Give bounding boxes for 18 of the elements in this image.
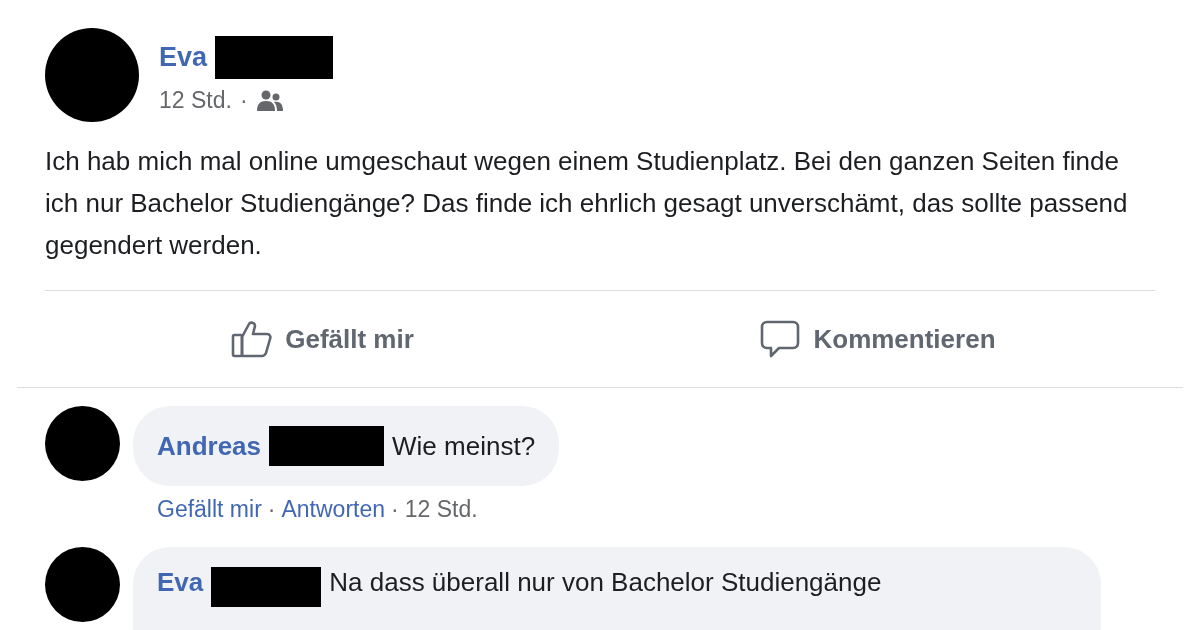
like-link[interactable]: Gefällt mir — [157, 496, 262, 523]
separator-dot: · — [239, 87, 248, 114]
comment-time: 12 Std. — [404, 496, 478, 523]
post-text: Ich hab mich mal online umgeschaut wegen einem Studienplatz. Bei den ganzen Seiten finde ich nur Bachelor Studiengänge? Das finde ich ehrlich gesagt unverschämt, das sollte passend gegendert werden. — [45, 145, 1129, 262]
separator-dot: · — [391, 496, 399, 523]
comment-text: Na dass überall nur von Bachelor Studiengänge — [329, 567, 882, 598]
commenter-name[interactable]: Eva — [157, 567, 204, 598]
comment-text: Wie meinst? — [392, 430, 536, 462]
people-icon — [255, 89, 284, 112]
comment-button[interactable]: Kommentieren — [600, 313, 1155, 365]
thumbs-up-icon — [231, 320, 274, 358]
speech-bubble-icon — [759, 319, 802, 359]
post-time: 12 Std. — [159, 87, 232, 114]
separator-dot: · — [267, 496, 276, 523]
reply-link[interactable]: Antworten — [281, 496, 386, 523]
author-name[interactable]: Eva — [159, 42, 208, 73]
commenter-name[interactable]: Andreas — [157, 430, 262, 462]
like-button[interactable]: Gefällt mir — [45, 314, 600, 364]
